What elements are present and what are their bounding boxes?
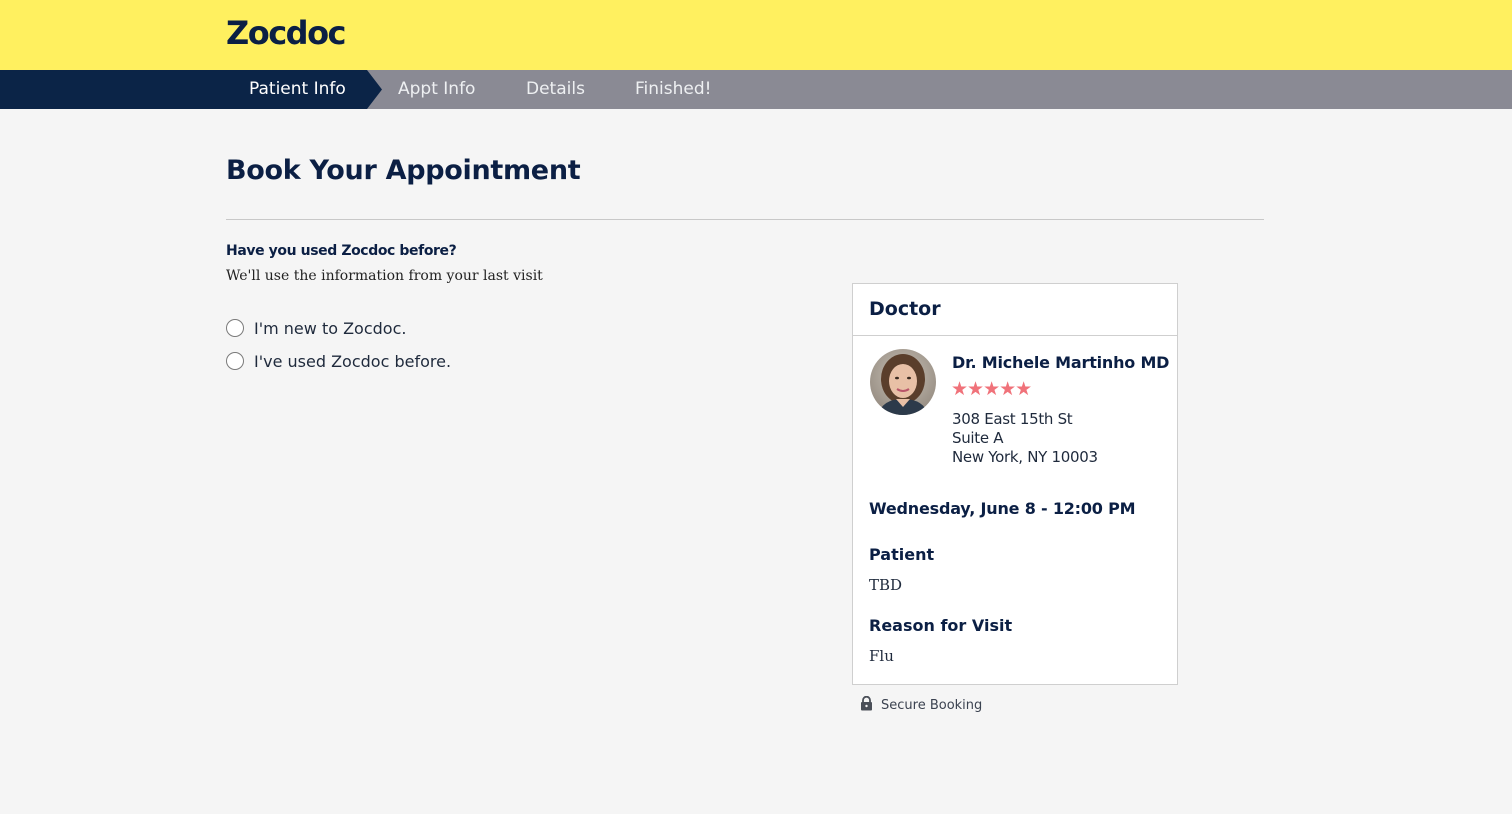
address-line-3: New York, NY 10003 [952, 448, 1098, 466]
address-line-2: Suite A [952, 429, 1004, 447]
rating-stars: ★★★★★ [951, 378, 1032, 400]
card-header: Doctor [853, 284, 1177, 336]
lock-icon [860, 695, 873, 715]
reason-label: Reason for Visit [869, 616, 1013, 635]
step-patient-info: Patient Info [249, 79, 346, 99]
patient-label: Patient [869, 545, 935, 564]
secure-booking: Secure Booking [860, 695, 983, 715]
option-label[interactable]: I'm new to Zocdoc. [254, 319, 406, 338]
divider [226, 219, 1264, 220]
option-label[interactable]: I've used Zocdoc before. [254, 352, 451, 371]
radio-button[interactable] [226, 319, 244, 337]
reason-value: Flu [869, 647, 894, 665]
step-finished: Finished! [635, 79, 712, 99]
page-title: Book Your Appointment [226, 155, 581, 186]
question-title: Have you used Zocdoc before? [226, 243, 457, 259]
appointment-datetime: Wednesday, June 8 - 12:00 PM [869, 499, 1136, 518]
top-header: Zocdoc [0, 0, 1512, 70]
option-returning-patient[interactable]: I've used Zocdoc before. [226, 350, 451, 372]
patient-value: TBD [869, 576, 903, 594]
doctor-name[interactable]: Dr. Michele Martinho MD [952, 353, 1169, 372]
secure-booking-label: Secure Booking [881, 698, 983, 713]
appointment-summary-card: Doctor Dr. Michele Martinho MD ★★★★★ 308… [852, 283, 1178, 685]
step-details: Details [526, 79, 585, 99]
progress-steps: Patient Info Appt Info Details Finished! [0, 70, 1512, 109]
option-new-patient[interactable]: I'm new to Zocdoc. [226, 317, 406, 339]
step-appt-info: Appt Info [398, 79, 476, 99]
address-line-1: 308 East 15th St [952, 410, 1073, 428]
zocdoc-logo[interactable]: Zocdoc [226, 14, 347, 52]
radio-button[interactable] [226, 352, 244, 370]
question-subtitle: We'll use the information from your last… [226, 268, 543, 284]
card-title: Doctor [869, 298, 941, 320]
doctor-avatar [870, 349, 936, 415]
